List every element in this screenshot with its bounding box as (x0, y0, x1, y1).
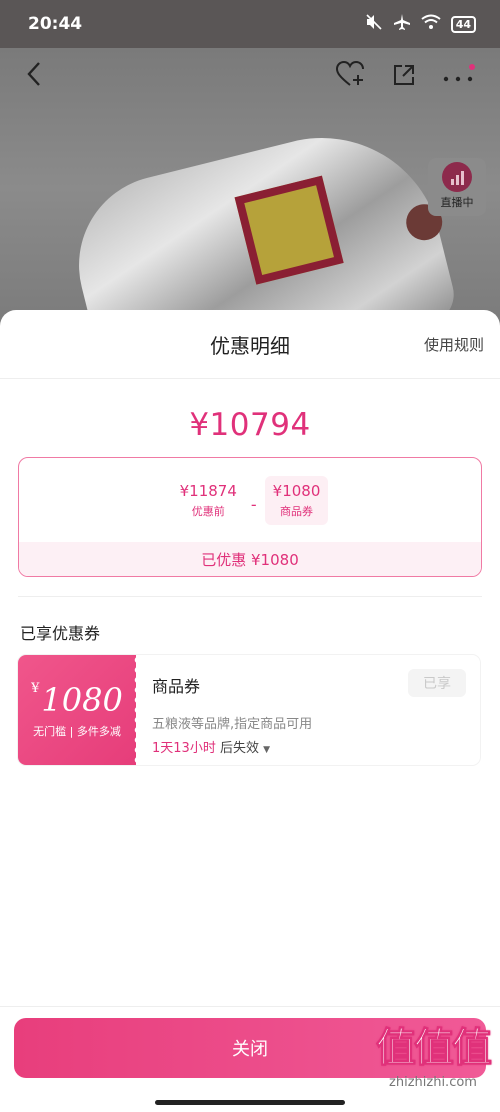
coupon-amount-value: 1080 (41, 681, 123, 719)
coupon-amount: ¥1080 (18, 681, 136, 719)
applied-coupons-title: 已享优惠券 (20, 624, 101, 643)
coupon-discount-label: 商品券 (280, 504, 314, 518)
coupon-currency: ¥ (31, 681, 40, 696)
original-price-cell: ¥11874 优惠前 (172, 476, 245, 525)
mute-icon (365, 13, 383, 35)
calculation-row: ¥11874 优惠前 - ¥1080 商品券 (19, 458, 481, 542)
wifi-icon (421, 14, 441, 34)
original-price: ¥11874 (179, 481, 237, 500)
favorite-add-icon[interactable] (335, 60, 366, 94)
coupon-expiry[interactable]: 1天13小时 后失效 ▼ (152, 737, 270, 756)
coupon-card: ¥1080 无门槛 | 多件多减 商品券 已享 五粮液等品牌,指定商品可用 1天… (18, 655, 480, 765)
final-price: ¥10794 (189, 407, 311, 443)
coupon-discount-cell: ¥1080 商品券 (264, 475, 329, 525)
status-icons: 44 (365, 13, 476, 35)
coupon-value-panel: ¥1080 无门槛 | 多件多减 (18, 655, 138, 765)
coupon-name: 商品券 (152, 677, 201, 696)
live-icon (442, 162, 472, 192)
live-label: 直播中 (440, 196, 474, 209)
minus-sign: - (250, 494, 257, 514)
coupon-info-panel: 商品券 已享 五粮液等品牌,指定商品可用 1天13小时 后失效 ▼ (136, 655, 480, 765)
footer-divider (0, 1006, 500, 1007)
share-icon[interactable] (392, 61, 416, 94)
product-image (59, 112, 461, 328)
total-saved: 已优惠 ¥1080 (19, 542, 481, 576)
divider (18, 596, 482, 597)
coupon-threshold: 无门槛 | 多件多减 (33, 725, 121, 738)
usage-rules-link[interactable]: 使用规则 (424, 334, 484, 355)
watermark-text: 值值值 (376, 1025, 493, 1072)
back-icon[interactable] (26, 61, 42, 94)
sheet-header: 优惠明细 使用规则 (0, 310, 500, 379)
coupon-expiry-suffix: 后失效 (219, 741, 259, 756)
coupon-status-badge: 已享 (408, 669, 466, 697)
status-bar: 20:44 44 (0, 0, 500, 48)
battery-icon: 44 (450, 15, 476, 33)
coupon-discount-amount: ¥1080 (272, 481, 321, 500)
original-price-label: 优惠前 (191, 504, 225, 518)
coupon-expiry-time: 1天13小时 (152, 741, 216, 756)
live-badge[interactable]: 直播中 (428, 158, 486, 216)
watermark-url: zhizhizhi.com (389, 1075, 477, 1090)
watermark-logo: 值值值 zhizhizhi.com (376, 1015, 493, 1091)
product-topbar (0, 48, 500, 106)
airplane-icon (393, 13, 411, 35)
chevron-down-icon[interactable]: ▼ (263, 745, 270, 755)
more-icon[interactable] (442, 61, 476, 94)
sheet-title: 优惠明细 (210, 333, 290, 358)
home-indicator (155, 1100, 345, 1105)
product-page-background: 直播中 (0, 48, 500, 328)
discount-detail-sheet: 优惠明细 使用规则 ¥10794 ¥11874 优惠前 - ¥1080 商品券 … (0, 310, 500, 1112)
coupon-scope: 五粮液等品牌,指定商品可用 (152, 717, 313, 732)
status-time: 20:44 (28, 14, 83, 34)
price-calculation-box: ¥11874 优惠前 - ¥1080 商品券 已优惠 ¥1080 (18, 457, 482, 577)
